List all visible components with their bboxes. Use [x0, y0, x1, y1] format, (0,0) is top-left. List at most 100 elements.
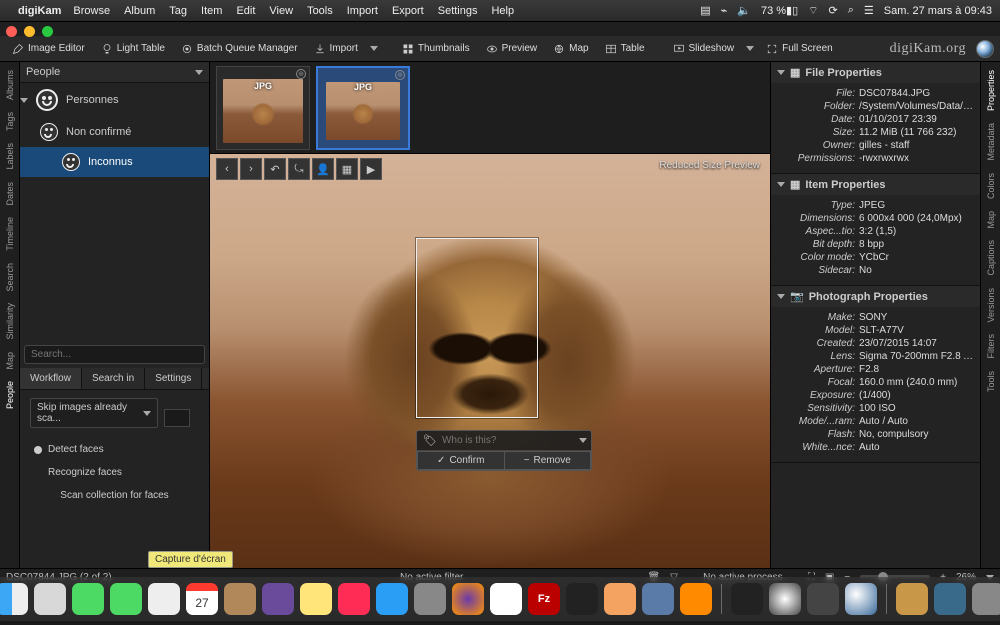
expand-icon[interactable]: [20, 98, 28, 103]
subtab-searchin[interactable]: Search in: [82, 368, 145, 389]
dock-app3[interactable]: [604, 583, 636, 615]
preview-area[interactable]: ‹ › ↶ ⤿ 👤 ▦ ▶ Reduced Size Preview 🏷 ✓Co…: [210, 154, 770, 568]
dock-box[interactable]: [896, 583, 928, 615]
rtab-properties[interactable]: Properties: [984, 66, 998, 115]
next-image-button[interactable]: ›: [240, 158, 262, 180]
recognize-faces-option[interactable]: Recognize faces: [30, 461, 199, 484]
close-window-button[interactable]: [6, 26, 17, 37]
app-name[interactable]: digiKam: [18, 5, 61, 17]
menu-browse[interactable]: Browse: [73, 5, 110, 17]
slideshow-button[interactable]: Slideshow: [667, 41, 741, 57]
item-properties-header[interactable]: ▦Item Properties: [771, 174, 980, 195]
rotate-right-button[interactable]: ⤿: [288, 158, 310, 180]
import-button[interactable]: Import: [308, 41, 364, 57]
sidetab-people[interactable]: People: [3, 377, 17, 413]
status-search-icon[interactable]: ⌕: [848, 4, 854, 17]
skip-images-combo[interactable]: Skip images already sca...: [30, 398, 158, 428]
menu-import[interactable]: Import: [347, 5, 378, 17]
dock-textedit[interactable]: [490, 583, 522, 615]
rtab-captions[interactable]: Captions: [984, 236, 998, 280]
preview-button[interactable]: Preview: [480, 41, 544, 57]
dock-filezilla[interactable]: Fz: [528, 583, 560, 615]
dock-music[interactable]: [338, 583, 370, 615]
dock-photos[interactable]: [807, 583, 839, 615]
menu-tag[interactable]: Tag: [169, 5, 187, 17]
table-button[interactable]: Table: [599, 41, 651, 57]
zoom-window-button[interactable]: [42, 26, 53, 37]
rtab-metadata[interactable]: Metadata: [984, 119, 998, 165]
dock-firefox[interactable]: [452, 583, 484, 615]
dock-vlc[interactable]: [680, 583, 712, 615]
who-dropdown-icon[interactable]: [579, 438, 587, 443]
menu-edit[interactable]: Edit: [236, 5, 255, 17]
sidetab-timeline[interactable]: Timeline: [3, 213, 17, 255]
dock-calendar[interactable]: 27: [186, 583, 218, 615]
detect-faces-option[interactable]: Detect faces: [30, 438, 199, 461]
dock-terminal[interactable]: [566, 583, 598, 615]
prev-image-button[interactable]: ‹: [216, 158, 238, 180]
menu-album[interactable]: Album: [124, 5, 155, 17]
batch-queue-button[interactable]: Batch Queue Manager: [175, 41, 304, 57]
tree-non-confirme[interactable]: Non confirmé: [20, 117, 209, 147]
dock-digikam[interactable]: [845, 583, 877, 615]
status-vol-icon[interactable]: 🔈: [737, 4, 751, 17]
sidetab-dates[interactable]: Dates: [3, 178, 17, 210]
tree-inconnus[interactable]: Inconnus: [20, 147, 209, 177]
status-wifi-icon[interactable]: ⌔: [808, 4, 818, 18]
skip-count-field[interactable]: [164, 409, 190, 427]
sidetab-similarity[interactable]: Similarity: [3, 299, 17, 344]
map-button[interactable]: Map: [547, 41, 594, 57]
rtab-map[interactable]: Map: [984, 207, 998, 233]
left-panel-dropdown-icon[interactable]: [195, 70, 203, 75]
fullscreen-button[interactable]: Full Screen: [760, 41, 839, 57]
menu-help[interactable]: Help: [491, 5, 514, 17]
left-panel-header[interactable]: People: [20, 62, 209, 83]
menu-export[interactable]: Export: [392, 5, 424, 17]
status-disk-icon[interactable]: ▤: [700, 4, 710, 17]
dock-appstore[interactable]: [376, 583, 408, 615]
dock-finder[interactable]: [0, 583, 28, 615]
rtab-versions[interactable]: Versions: [984, 284, 998, 327]
scan-collection-button[interactable]: Scan collection for faces: [30, 484, 199, 507]
thumbnail-1[interactable]: ⊕ JPG: [216, 66, 310, 150]
dock-virtualbox[interactable]: [642, 583, 674, 615]
rtab-tools[interactable]: Tools: [984, 367, 998, 396]
subtab-settings[interactable]: Settings: [145, 368, 202, 389]
thumbnail-2[interactable]: ⊕ JPG: [316, 66, 410, 150]
tree-personnes[interactable]: Personnes: [20, 83, 209, 117]
menu-tools[interactable]: Tools: [307, 5, 333, 17]
sidetab-tags[interactable]: Tags: [3, 108, 17, 135]
status-battery[interactable]: 73 % ▮▯: [761, 4, 798, 17]
play-button[interactable]: ▶: [360, 158, 382, 180]
rtab-filters[interactable]: Filters: [984, 330, 998, 363]
minimize-window-button[interactable]: [24, 26, 35, 37]
confirm-face-button[interactable]: ✓Confirm: [417, 451, 504, 470]
dock-app2[interactable]: [262, 583, 294, 615]
image-editor-button[interactable]: Image Editor: [6, 41, 91, 57]
dock-weather[interactable]: [769, 583, 801, 615]
thumbnails-button[interactable]: Thumbnails: [396, 41, 476, 57]
status-sync-icon[interactable]: ⟳: [829, 4, 838, 17]
file-properties-header[interactable]: ▦File Properties: [771, 62, 980, 83]
slideshow-dropdown-icon[interactable]: [746, 46, 754, 51]
remove-face-button[interactable]: −Remove: [504, 451, 592, 470]
light-table-button[interactable]: Light Table: [95, 41, 171, 57]
thumb-view-button[interactable]: ▦: [336, 158, 358, 180]
face-detection-rect[interactable]: [416, 238, 538, 418]
dock-launchpad[interactable]: [34, 583, 66, 615]
face-tag-button[interactable]: 👤: [312, 158, 334, 180]
status-bt-icon[interactable]: ⌁: [721, 4, 728, 17]
rtab-colors[interactable]: Colors: [984, 169, 998, 203]
menu-item[interactable]: Item: [201, 5, 222, 17]
dock-trash[interactable]: [972, 583, 1000, 615]
dock-notes[interactable]: [300, 583, 332, 615]
dock-facetime[interactable]: [110, 583, 142, 615]
dock-app1[interactable]: [224, 583, 256, 615]
dock-screenshot[interactable]: [148, 583, 180, 615]
dock-preferences[interactable]: [414, 583, 446, 615]
sidetab-map[interactable]: Map: [3, 348, 17, 374]
photo-properties-header[interactable]: 📷Photograph Properties: [771, 286, 980, 307]
sidetab-labels[interactable]: Labels: [3, 139, 17, 174]
dock-folder[interactable]: [934, 583, 966, 615]
search-input[interactable]: [24, 345, 205, 364]
